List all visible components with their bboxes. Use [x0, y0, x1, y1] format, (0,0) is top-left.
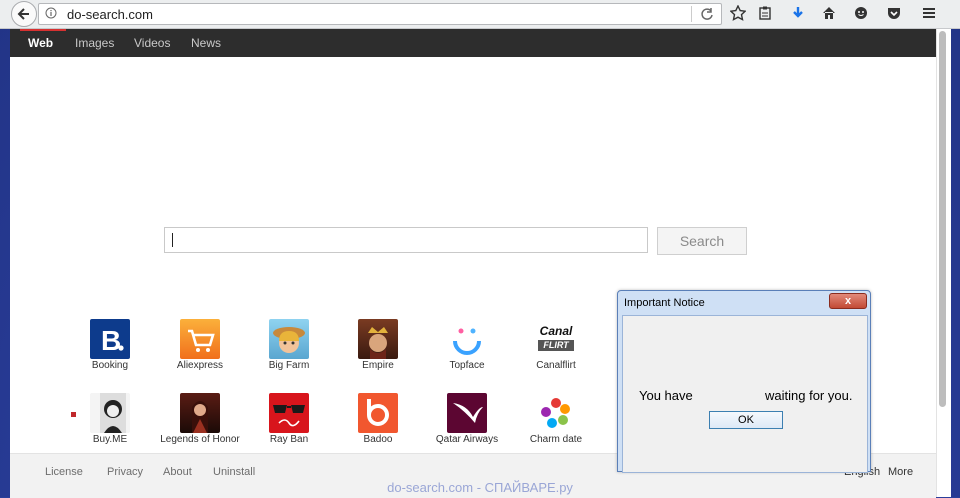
nav-tab-news[interactable]: News	[191, 36, 221, 50]
text-caret	[172, 233, 173, 247]
canalflirt-icon: Canal FLIRT	[536, 319, 576, 359]
tile-big-farm[interactable]: Big Farm	[239, 319, 339, 371]
nav-tab-images[interactable]: Images	[75, 36, 114, 50]
close-icon: x	[844, 295, 852, 307]
canalflirt-logo-line1: Canal	[539, 324, 573, 338]
download-icon[interactable]	[789, 4, 807, 22]
buyme-icon	[71, 393, 130, 433]
tile-label: Legends of Honor	[160, 434, 240, 445]
reload-icon[interactable]	[699, 6, 715, 22]
dialog-message-part1: You have	[639, 388, 693, 403]
footer-link-privacy[interactable]: Privacy	[107, 466, 143, 478]
nav-tab-web[interactable]: Web	[28, 36, 53, 50]
menu-hamburger-icon[interactable]	[920, 4, 938, 22]
tile-label: Charm date	[529, 434, 583, 445]
booking-icon: B	[90, 319, 130, 359]
tile-label: Ray Ban	[269, 434, 309, 445]
tile-legends-of-honor[interactable]: Legends of Honor	[150, 393, 250, 445]
tile-label: Booking	[91, 360, 129, 371]
dialog-body: You have waiting for you. OK	[622, 315, 868, 473]
watermark-text: do-search.com - СПАЙВАРЕ.ру	[387, 480, 573, 495]
tile-aliexpress[interactable]: Aliexpress	[150, 319, 250, 371]
tile-empire[interactable]: Empire	[328, 319, 428, 371]
tile-label: Empire	[362, 360, 394, 371]
url-bar[interactable]: do-search.com	[38, 3, 722, 25]
badoo-icon	[358, 393, 398, 433]
chat-smiley-icon[interactable]	[852, 4, 870, 22]
tile-booking[interactable]: B Booking	[60, 319, 160, 371]
footer-link-uninstall[interactable]: Uninstall	[213, 466, 255, 478]
dialog-close-button[interactable]: x	[829, 293, 867, 309]
ray-ban-icon	[269, 393, 309, 433]
tile-label: Canalflirt	[536, 360, 576, 371]
tile-label: Qatar Airways	[435, 434, 499, 445]
back-arrow-icon	[17, 8, 29, 20]
tile-label: Topface	[449, 360, 485, 371]
topface-icon	[447, 319, 487, 359]
tile-label: Badoo	[363, 434, 393, 445]
canalflirt-logo-line2: FLIRT	[538, 340, 574, 351]
back-button[interactable]	[11, 1, 37, 27]
footer-more-link[interactable]: More	[888, 466, 913, 478]
top-nav: Web Images Videos News	[10, 29, 936, 57]
legends-of-honor-icon	[180, 393, 220, 433]
footer-link-license[interactable]: License	[45, 466, 83, 478]
home-icon[interactable]	[820, 4, 838, 22]
dialog-ok-button[interactable]: OK	[709, 411, 783, 429]
tile-label: Big Farm	[268, 360, 310, 371]
footer-link-about[interactable]: About	[163, 466, 192, 478]
nav-active-indicator	[20, 29, 66, 31]
pocket-icon[interactable]	[885, 4, 903, 22]
scrollbar-thumb[interactable]	[939, 31, 946, 407]
charm-date-icon	[536, 393, 576, 433]
tile-topface[interactable]: Topface	[417, 319, 517, 371]
search-input[interactable]	[164, 227, 648, 253]
empire-icon	[358, 319, 398, 359]
browser-toolbar: do-search.com	[0, 0, 960, 29]
tile-label: Aliexpress	[176, 360, 224, 371]
bookmark-star-icon[interactable]	[729, 4, 747, 22]
svg-text:B: B	[101, 325, 121, 356]
reading-list-icon[interactable]	[756, 4, 774, 22]
tile-label: Buy.ME	[92, 434, 128, 445]
url-separator	[691, 6, 692, 22]
dialog-title: Important Notice	[624, 297, 705, 309]
nav-tab-videos[interactable]: Videos	[134, 36, 170, 50]
dialog-message-part2: waiting for you.	[765, 388, 853, 403]
info-icon[interactable]	[45, 7, 57, 19]
url-text[interactable]: do-search.com	[67, 7, 153, 22]
tile-buyme[interactable]: Buy.ME	[60, 393, 160, 445]
tile-qatar-airways[interactable]: Qatar Airways	[417, 393, 517, 445]
tile-canalflirt[interactable]: Canal FLIRT Canalflirt	[506, 319, 606, 371]
search-button[interactable]: Search	[657, 227, 747, 255]
tile-charm-date[interactable]: Charm date	[506, 393, 606, 445]
qatar-airways-icon	[447, 393, 487, 433]
tile-ray-ban[interactable]: Ray Ban	[239, 393, 339, 445]
aliexpress-icon	[180, 319, 220, 359]
big-farm-icon	[269, 319, 309, 359]
red-marker	[71, 412, 76, 417]
tile-badoo[interactable]: Badoo	[328, 393, 428, 445]
important-notice-dialog: Important Notice x You have waiting for …	[617, 290, 871, 473]
